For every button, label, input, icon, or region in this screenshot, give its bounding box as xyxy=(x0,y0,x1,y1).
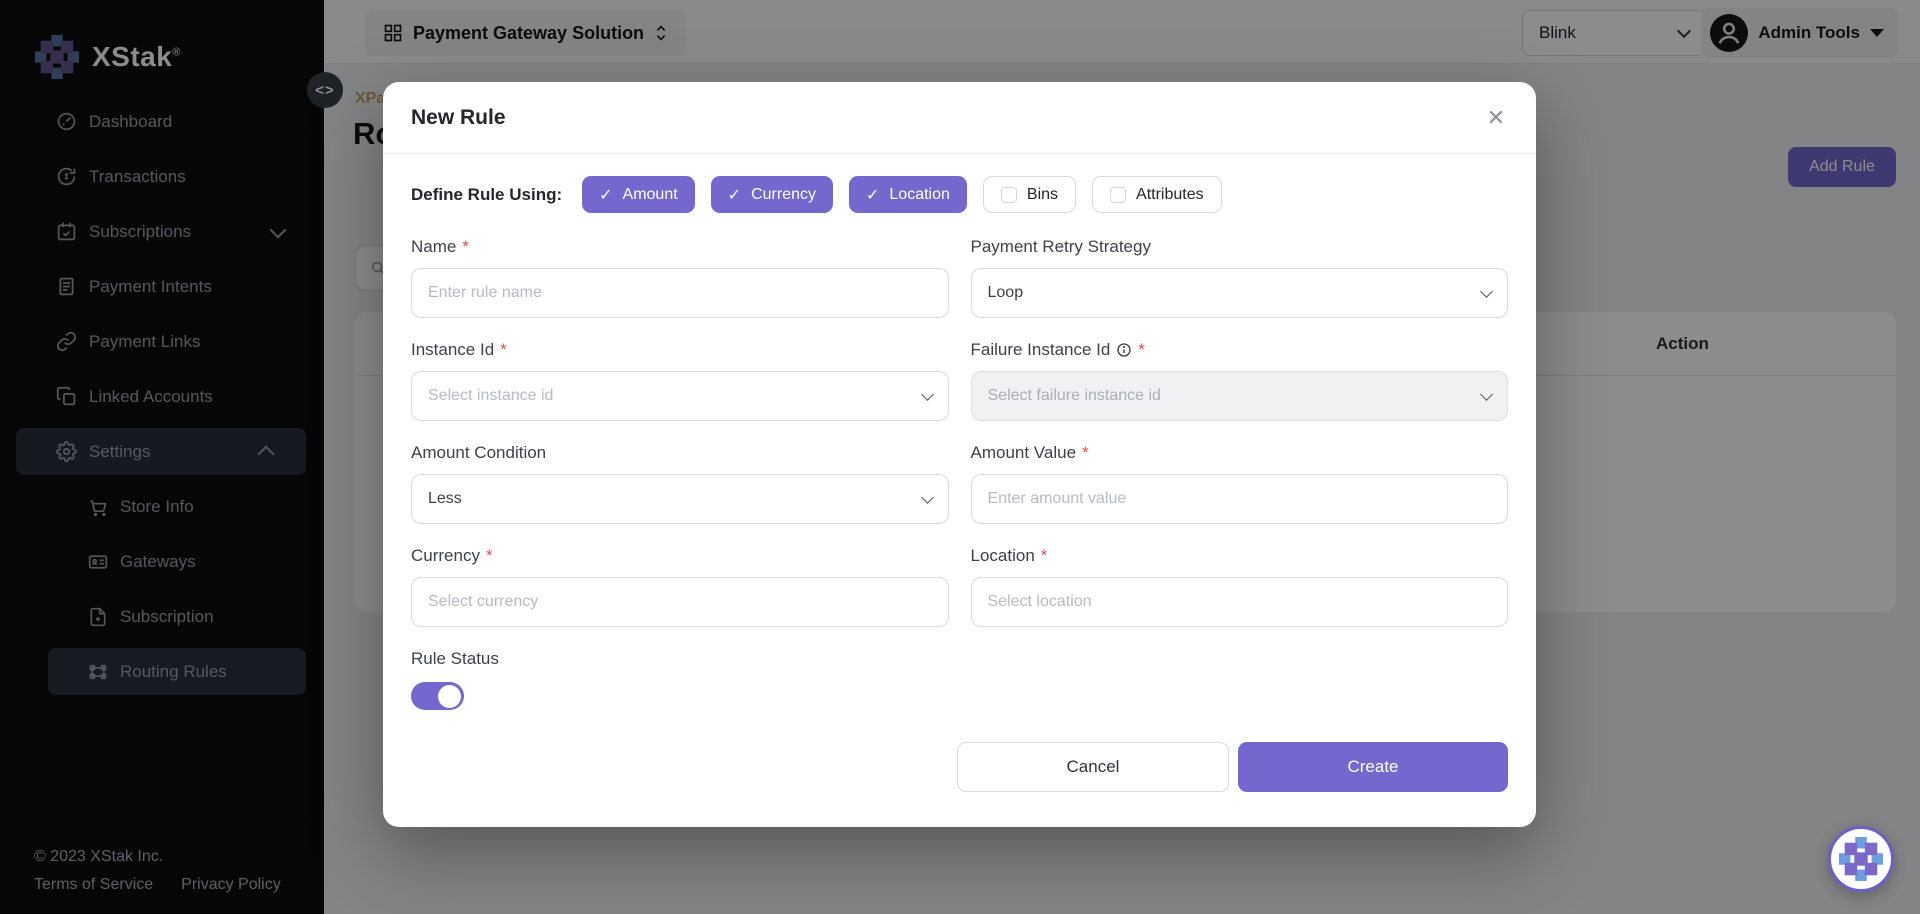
rule-status-toggle[interactable] xyxy=(411,682,464,710)
cancel-button[interactable]: Cancel xyxy=(957,742,1229,792)
field-payment-retry-strategy: Payment Retry Strategy Loop xyxy=(971,237,1509,318)
xstak-logo-icon xyxy=(1838,836,1884,882)
required-asterisk: * xyxy=(462,237,469,257)
check-icon: ✓ xyxy=(728,185,741,205)
field-name: Name* xyxy=(411,237,949,318)
required-asterisk: * xyxy=(1082,443,1089,463)
field-instance-id: Instance Id* Select instance id xyxy=(411,340,949,421)
floating-brand-widget[interactable] xyxy=(1828,826,1894,892)
location-input[interactable] xyxy=(988,593,1492,611)
amount-value-input[interactable] xyxy=(988,490,1492,508)
define-rule-row: Define Rule Using: ✓Amount ✓Currency ✓Lo… xyxy=(411,176,1508,213)
new-rule-modal: New Rule ✕ Define Rule Using: ✓Amount ✓C… xyxy=(383,82,1536,827)
pill-attributes[interactable]: Attributes xyxy=(1092,176,1222,213)
modal-header: New Rule ✕ xyxy=(383,82,1536,154)
checkbox-icon xyxy=(1001,187,1017,203)
required-asterisk: * xyxy=(1138,340,1145,360)
failure-instance-id-select: Select failure instance id xyxy=(971,371,1509,421)
create-button[interactable]: Create xyxy=(1238,742,1508,792)
modal-actions: Cancel Create xyxy=(411,742,1508,792)
toggle-knob xyxy=(438,685,461,708)
currency-input[interactable] xyxy=(428,593,932,611)
field-currency: Currency* xyxy=(411,546,949,627)
required-asterisk: * xyxy=(1041,546,1048,566)
modal-body: Define Rule Using: ✓Amount ✓Currency ✓Lo… xyxy=(383,154,1536,792)
rule-name-input[interactable] xyxy=(428,284,932,302)
chevron-down-icon xyxy=(1480,388,1493,401)
info-icon xyxy=(1116,342,1132,358)
close-icon[interactable]: ✕ xyxy=(1480,102,1512,134)
amount-condition-select[interactable]: Less xyxy=(411,474,949,524)
pill-amount[interactable]: ✓Amount xyxy=(582,176,695,213)
check-icon: ✓ xyxy=(866,185,879,205)
chevron-down-icon xyxy=(1480,285,1493,298)
pill-location[interactable]: ✓Location xyxy=(849,176,967,213)
field-location: Location* xyxy=(971,546,1509,627)
checkbox-icon xyxy=(1110,187,1126,203)
pill-currency[interactable]: ✓Currency xyxy=(711,176,833,213)
rule-status-label: Rule Status xyxy=(411,649,1508,669)
field-amount-condition: Amount Condition Less xyxy=(411,443,949,524)
retry-strategy-select[interactable]: Loop xyxy=(971,268,1509,318)
required-asterisk: * xyxy=(486,546,493,566)
rule-form: Name* Payment Retry Strategy Loop Instan… xyxy=(411,237,1508,627)
check-icon: ✓ xyxy=(599,185,612,205)
define-rule-label: Define Rule Using: xyxy=(411,185,562,205)
modal-title: New Rule xyxy=(411,106,506,130)
instance-id-select[interactable]: Select instance id xyxy=(411,371,949,421)
pill-bins[interactable]: Bins xyxy=(983,176,1076,213)
chevron-down-icon xyxy=(921,491,934,504)
field-amount-value: Amount Value* xyxy=(971,443,1509,524)
rule-status-section: Rule Status xyxy=(411,649,1508,710)
field-failure-instance-id: Failure Instance Id * Select failure ins… xyxy=(971,340,1509,421)
chevron-down-icon xyxy=(921,388,934,401)
required-asterisk: * xyxy=(500,340,507,360)
